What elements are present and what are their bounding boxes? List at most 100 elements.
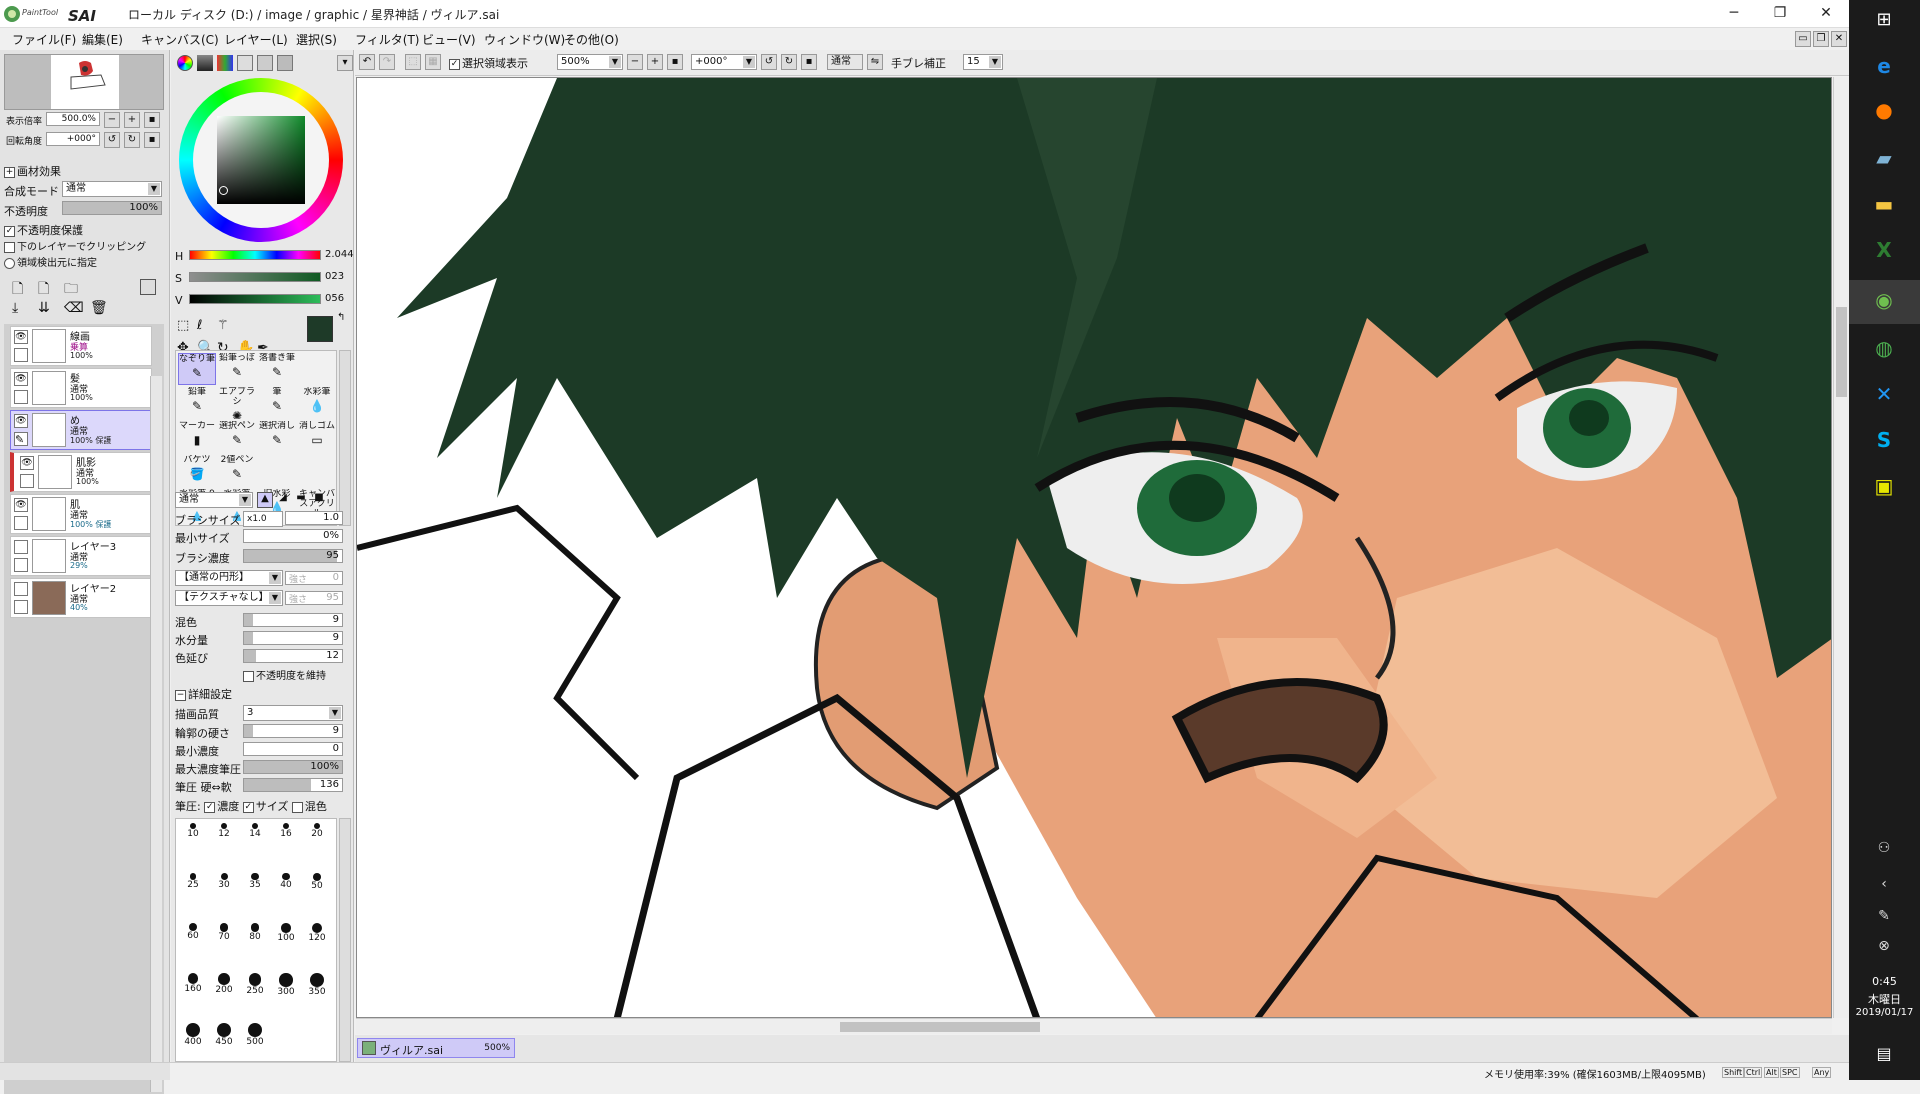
rotate-left-button[interactable]: ↺ (104, 132, 120, 148)
redo-icon[interactable]: ↷ (379, 54, 395, 70)
swap-colors-icon[interactable]: ↰ (337, 312, 345, 323)
effects-toggle[interactable]: + 画材効果 (4, 163, 61, 179)
tool-slot[interactable]: 2値ペン ✎ (218, 455, 256, 487)
brush-shape-strength[interactable]: 強さ 0 (285, 571, 343, 585)
water-slider[interactable]: 9 (243, 631, 343, 645)
tablet-app-icon[interactable]: ▰ (1866, 140, 1902, 176)
preserve-opacity-checkbox[interactable]: ✓ 不透明度保護 (4, 222, 83, 238)
tool-slot[interactable]: 鉛筆っぽ ✎ (218, 353, 256, 385)
brush-shape-flat-icon[interactable]: ■ (311, 492, 327, 508)
horizontal-scroll-thumb[interactable] (840, 1022, 1040, 1032)
brush-size-preset[interactable]: 12 (209, 823, 239, 849)
maximize-button[interactable]: ❐ (1757, 0, 1803, 28)
vertical-scrollbar[interactable] (1833, 77, 1849, 1018)
new-folder-layer-icon[interactable]: 🗋 (38, 278, 49, 302)
brush-size-preset[interactable]: 160 (178, 973, 208, 999)
brush-size-slider[interactable]: 1.0 (285, 511, 343, 525)
merge-down-icon[interactable]: ⇊ (38, 300, 50, 316)
menu-select[interactable]: 選択(S) (296, 31, 337, 48)
chrome-icon[interactable]: ◍ (1866, 330, 1902, 366)
panel-max-button[interactable]: ❐ (1813, 31, 1829, 47)
lock-box[interactable] (14, 390, 28, 404)
layer-mask-icon[interactable] (140, 279, 156, 295)
clock-weekday[interactable]: 木曜日 (1849, 991, 1920, 1007)
brush-size-preset[interactable]: 25 (178, 873, 208, 899)
magic-wand-tool-icon[interactable]: ⚚ (217, 318, 229, 333)
panel-menu-button[interactable]: ▾ (337, 55, 353, 71)
hsv-slider-tab-icon[interactable] (217, 55, 233, 71)
menu-layer[interactable]: レイヤー(L) (224, 31, 288, 48)
tool-slot[interactable]: 筆 ✎ (258, 387, 296, 419)
deselect-icon[interactable]: ⬚ (405, 54, 421, 70)
stretch-slider[interactable]: 12 (243, 649, 343, 663)
pressure-slider[interactable]: 136 (243, 778, 343, 792)
zoom-out-icon[interactable]: − (627, 54, 643, 70)
close-button[interactable]: ✕ (1803, 0, 1849, 28)
eye-icon[interactable]: 👁 (14, 372, 28, 386)
lasso-tool-icon[interactable]: ℓ (197, 318, 202, 333)
tool-slot[interactable] (258, 455, 296, 487)
eye-toggle[interactable] (14, 582, 28, 596)
new-folder-icon[interactable]: 🗀 (64, 278, 78, 302)
tool-slot[interactable]: 選択ペン ✎ (218, 421, 256, 453)
lock-box[interactable] (14, 348, 28, 362)
document-tab[interactable]: ヴィルア.sai 500% (357, 1038, 515, 1058)
notification-center-icon[interactable]: ▤ (1866, 1036, 1902, 1072)
brush-size-preset[interactable]: 16 (271, 823, 301, 849)
stabilizer-select[interactable]: 15 ▼ (963, 54, 1003, 70)
angle-select[interactable]: +000° ▼ (691, 54, 757, 70)
layer-scrollbar[interactable] (150, 376, 162, 1092)
eye-icon[interactable]: 👁 (14, 330, 28, 344)
menu-edit[interactable]: 編集(E) (82, 31, 123, 48)
view-blend-mode[interactable]: 通常 (827, 54, 863, 70)
menu-view[interactable]: ビュー(V) (422, 31, 476, 48)
palette-tab-icon[interactable] (277, 55, 293, 71)
brush-size-preset[interactable]: 350 (302, 973, 332, 999)
navigator-preview[interactable] (4, 54, 164, 110)
layer-panel-hscroll[interactable] (0, 1063, 170, 1080)
brush-shape-round-icon[interactable]: ◢ (275, 492, 291, 508)
brush-size-multiplier[interactable]: x1.0 (243, 511, 283, 527)
brush-shape-select[interactable]: 【通常の円形】 ▼ (175, 570, 283, 586)
trash-icon[interactable]: 🗑 (90, 300, 108, 316)
layer-item[interactable]: 👁 線画 乗算 100% (10, 326, 152, 366)
brush-density-slider[interactable]: 95 (243, 549, 343, 563)
min-size-slider[interactable]: 0% (243, 529, 343, 543)
brush-size-preset[interactable]: 200 (209, 973, 239, 999)
pressure-blend-checkbox[interactable] (291, 801, 303, 813)
show-selection-checkbox[interactable]: ✓ 選択領域表示 (449, 55, 528, 71)
tool-slot[interactable]: 鉛筆 ✎ (178, 387, 216, 419)
utility-app-icon[interactable]: ▣ (1866, 468, 1902, 504)
hue-slider[interactable] (189, 250, 321, 260)
skype-icon[interactable]: S (1866, 422, 1902, 458)
blend-mode-select[interactable]: 通常 ▼ (62, 181, 162, 197)
panel-min-button[interactable]: ▭ (1795, 31, 1811, 47)
menu-window[interactable]: ウィンドウ(W) (484, 31, 565, 48)
clip-lower-checkbox[interactable]: 下のレイヤーでクリッピング (4, 238, 146, 253)
rotate-ccw-icon[interactable]: ↺ (761, 54, 777, 70)
tool-slot[interactable]: 落書き筆 ✎ (258, 353, 296, 385)
brush-size-preset[interactable]: 20 (302, 823, 332, 849)
panel-close-button[interactable]: ✕ (1831, 31, 1847, 47)
brush-size-preset[interactable]: 50 (302, 873, 332, 899)
clock-time[interactable]: 0:45 (1849, 975, 1920, 988)
hardness-slider[interactable]: 9 (243, 724, 343, 738)
new-layer-icon[interactable]: 🗋 (12, 278, 23, 302)
detail-settings-toggle[interactable]: − 詳細設定 (175, 686, 232, 702)
color-wheel-tab-icon[interactable] (177, 55, 193, 71)
tray-expand-icon[interactable]: ‹ (1866, 866, 1902, 902)
people-icon[interactable]: ⚇ (1866, 830, 1902, 866)
tool-slot[interactable]: 消しゴム ▭ (298, 421, 336, 453)
selection-source-checkbox[interactable]: 領域検出元に指定 (4, 254, 97, 269)
menu-other[interactable]: その他(O) (564, 31, 619, 48)
volume-icon[interactable]: ⊗ (1866, 928, 1902, 964)
blend-slider[interactable]: 9 (243, 613, 343, 627)
brush-size-preset[interactable]: 100 (271, 923, 301, 949)
rgb-slider-tab-icon[interactable] (197, 55, 213, 71)
zoom-out-button[interactable]: − (104, 112, 120, 128)
edge-browser-icon[interactable]: e (1866, 48, 1902, 84)
primary-color-swatch[interactable] (307, 316, 333, 342)
value-slider[interactable] (189, 294, 321, 304)
brush-size-preset[interactable]: 30 (209, 873, 239, 899)
zoom-in-button[interactable]: + (124, 112, 140, 128)
